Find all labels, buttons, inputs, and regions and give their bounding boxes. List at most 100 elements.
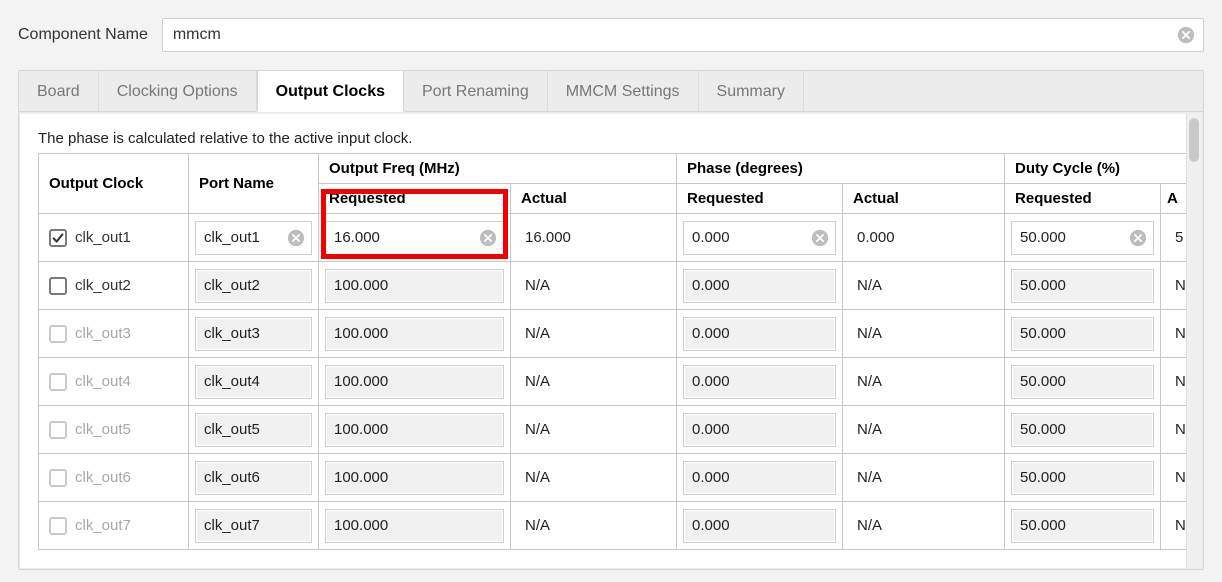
duty-actual-value: N: [1167, 469, 1186, 486]
output-clock-name: clk_out6: [75, 469, 131, 486]
col-phase-actual: Actual: [843, 184, 1005, 214]
col-output-freq: Output Freq (MHz): [319, 154, 677, 184]
freq-requested-input[interactable]: [326, 511, 503, 540]
phase-actual-value: N/A: [849, 421, 882, 438]
tab-mmcm-settings[interactable]: MMCM Settings: [548, 71, 699, 111]
port-name-input[interactable]: [196, 511, 311, 540]
component-name-field[interactable]: [162, 18, 1204, 52]
freq-actual-value: N/A: [517, 277, 550, 294]
freq-actual-value: 16.000: [517, 229, 571, 246]
component-name-label: Component Name: [18, 26, 162, 44]
col-output-clock: Output Clock: [39, 154, 189, 214]
tab-clocking-options[interactable]: Clocking Options: [99, 71, 257, 111]
duty-actual-value: N: [1167, 373, 1186, 390]
phase-actual-value: N/A: [849, 277, 882, 294]
clear-icon[interactable]: [1129, 229, 1147, 247]
clear-icon[interactable]: [811, 229, 829, 247]
enable-clock-checkbox[interactable]: [49, 277, 67, 295]
output-clock-name: clk_out2: [75, 277, 131, 294]
freq-requested-input[interactable]: [326, 271, 503, 300]
tab-body-output-clocks: The phase is calculated relative to the …: [20, 114, 1202, 568]
col-freq-requested: Requested: [319, 184, 511, 214]
duty-actual-value: 5: [1167, 229, 1183, 246]
enable-clock-checkbox: [49, 517, 67, 535]
vertical-scrollbar[interactable]: [1186, 114, 1202, 568]
freq-requested-input[interactable]: [326, 415, 503, 444]
enable-clock-checkbox: [49, 469, 67, 487]
enable-clock-checkbox[interactable]: [49, 229, 67, 247]
clear-icon[interactable]: [479, 229, 497, 247]
tab-strip: BoardClocking OptionsOutput ClocksPort R…: [19, 71, 1203, 112]
phase-note: The phase is calculated relative to the …: [38, 130, 1164, 147]
phase-requested-input[interactable]: [684, 319, 835, 348]
phase-requested-input[interactable]: [684, 415, 835, 444]
enable-clock-checkbox: [49, 325, 67, 343]
duty-actual-value: N: [1167, 277, 1186, 294]
output-clock-name: clk_out4: [75, 373, 131, 390]
col-port-name: Port Name: [189, 154, 319, 214]
table-row: clk_out2 N/A N/A N: [39, 262, 1189, 310]
duty-requested-input[interactable]: [1012, 271, 1153, 300]
duty-actual-value: N: [1167, 517, 1186, 534]
phase-requested-input[interactable]: [684, 367, 835, 396]
freq-requested-input[interactable]: [326, 319, 503, 348]
table-row: clk_out5 N/A N/A N: [39, 406, 1189, 454]
tab-port-renaming[interactable]: Port Renaming: [404, 71, 548, 111]
table-row: clk_out6 N/A N/A N: [39, 454, 1189, 502]
phase-requested-input[interactable]: [684, 271, 835, 300]
duty-requested-input[interactable]: [1012, 367, 1153, 396]
output-clocks-table: Output Clock Port Name Output Freq (MHz)…: [38, 153, 1189, 550]
freq-actual-value: N/A: [517, 469, 550, 486]
freq-actual-value: N/A: [517, 325, 550, 342]
tab-summary[interactable]: Summary: [699, 71, 804, 111]
port-name-input[interactable]: [196, 367, 311, 396]
clear-icon[interactable]: [287, 229, 305, 247]
port-name-input[interactable]: [196, 271, 311, 300]
output-clock-name: clk_out5: [75, 421, 131, 438]
table-row: clk_out7 N/A N/A N: [39, 502, 1189, 550]
duty-requested-input[interactable]: [1012, 511, 1153, 540]
table-row: clk_out4 N/A N/A N: [39, 358, 1189, 406]
tab-board[interactable]: Board: [19, 71, 99, 111]
component-name-input[interactable]: [163, 20, 1203, 50]
col-duty-requested: Requested: [1005, 184, 1161, 214]
duty-requested-input[interactable]: [1012, 463, 1153, 492]
enable-clock-checkbox: [49, 373, 67, 391]
port-name-input[interactable]: [196, 319, 311, 348]
phase-requested-input[interactable]: [684, 511, 835, 540]
phase-actual-value: N/A: [849, 373, 882, 390]
table-row: clk_out3 N/A N/A N: [39, 310, 1189, 358]
duty-requested-input[interactable]: [1012, 319, 1153, 348]
enable-clock-checkbox: [49, 421, 67, 439]
freq-actual-value: N/A: [517, 517, 550, 534]
phase-actual-value: 0.000: [849, 229, 895, 246]
phase-requested-input[interactable]: [684, 463, 835, 492]
port-name-input[interactable]: [196, 415, 311, 444]
output-clock-name: clk_out7: [75, 517, 131, 534]
phase-actual-value: N/A: [849, 469, 882, 486]
output-clock-name: clk_out1: [75, 229, 131, 246]
component-name-row: Component Name: [18, 18, 1204, 52]
col-phase-requested: Requested: [677, 184, 843, 214]
col-duty-actual: A: [1161, 184, 1189, 214]
table-row: clk_out1 16.000 0.000 5: [39, 214, 1189, 262]
phase-actual-value: N/A: [849, 325, 882, 342]
freq-actual-value: N/A: [517, 421, 550, 438]
freq-requested-input[interactable]: [326, 223, 503, 252]
freq-actual-value: N/A: [517, 373, 550, 390]
clear-icon[interactable]: [1177, 26, 1195, 44]
tab-output-clocks[interactable]: Output Clocks: [257, 70, 404, 111]
port-name-input[interactable]: [196, 463, 311, 492]
phase-actual-value: N/A: [849, 517, 882, 534]
duty-actual-value: N: [1167, 325, 1186, 342]
col-duty: Duty Cycle (%): [1005, 154, 1189, 184]
freq-requested-input[interactable]: [326, 463, 503, 492]
col-phase: Phase (degrees): [677, 154, 1005, 184]
col-freq-actual: Actual: [511, 184, 677, 214]
config-panel: BoardClocking OptionsOutput ClocksPort R…: [18, 70, 1204, 570]
duty-requested-input[interactable]: [1012, 415, 1153, 444]
duty-actual-value: N: [1167, 421, 1186, 438]
freq-requested-input[interactable]: [326, 367, 503, 396]
output-clock-name: clk_out3: [75, 325, 131, 342]
scroll-thumb[interactable]: [1189, 118, 1199, 162]
